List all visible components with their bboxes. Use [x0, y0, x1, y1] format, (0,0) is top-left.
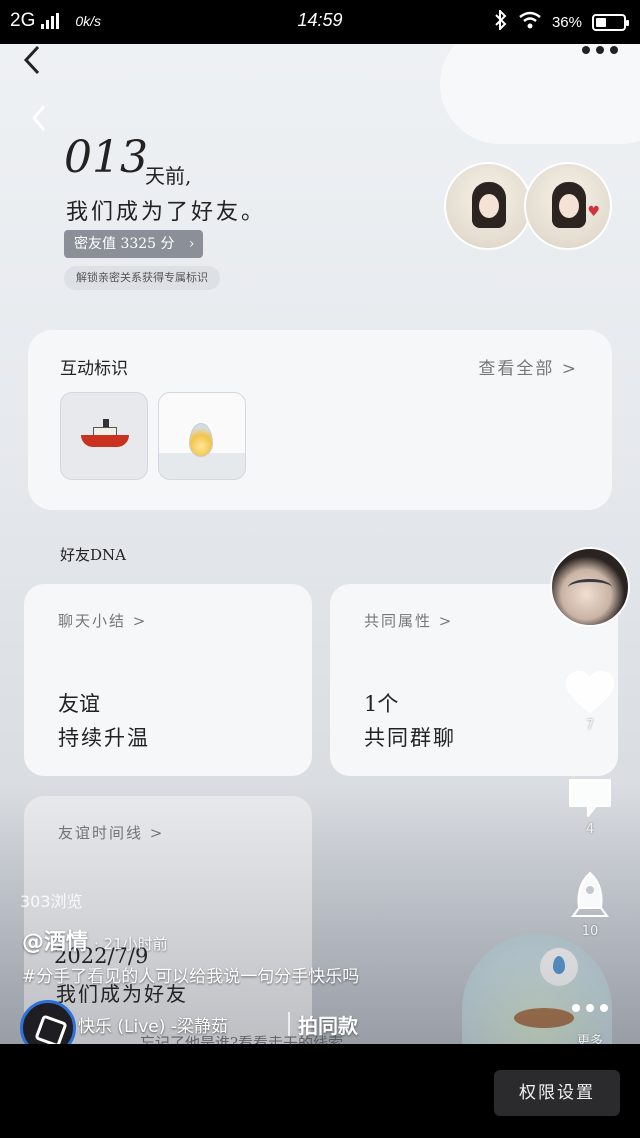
more-label: 更多: [576, 1034, 603, 1044]
dna-title: 好友DNA: [60, 546, 126, 564]
avatar: ♥: [524, 162, 612, 250]
water-drop-icon: [540, 948, 578, 986]
inner-back-icon: [30, 102, 48, 140]
status-bar: 2G 0k/s 14:59 36%: [0, 0, 640, 44]
author-avatar[interactable]: [550, 547, 630, 627]
comment-count: 4: [585, 822, 595, 837]
chevron-right-icon: ›: [188, 236, 195, 252]
chat-summary-card: 聊天小结 > 友谊 持续升温: [24, 584, 312, 776]
video-frame[interactable]: 013 天前, 我们成为了好友。 密友值 3325 分 › 解锁亲密关系获得专属…: [0, 44, 640, 1044]
like-count: 7: [585, 718, 595, 733]
flame-icon: [189, 423, 213, 457]
author-name[interactable]: @酒情: [22, 930, 88, 955]
chat-summary-line2: 持续升温: [58, 726, 150, 750]
ship-icon: [81, 419, 129, 447]
common-attr-line2: 共同群聊: [364, 726, 456, 750]
more-button[interactable]: 更多: [560, 998, 620, 1044]
post-time: · 21小时前: [94, 935, 168, 953]
status-icons: 36%: [494, 8, 629, 34]
bottom-bar: 权限设置: [0, 1044, 640, 1138]
wifi-icon: [518, 11, 542, 33]
interaction-card: 互动标识 查看全部 >: [28, 330, 612, 510]
unlock-hint: 解锁亲密关系获得专属标识: [64, 266, 220, 290]
divider: [288, 1012, 290, 1036]
share-icon: [571, 871, 609, 917]
video-caption[interactable]: #分手了看见的人可以给我说一句分手快乐吗: [22, 962, 532, 987]
view-all-link: 查看全部 >: [478, 359, 578, 379]
heart-icon: ♥: [587, 204, 600, 220]
flame-badge: [158, 392, 246, 480]
bluetooth-icon: [494, 8, 508, 34]
common-attr-title: 共同属性 >: [364, 612, 454, 630]
battery-percent: 36%: [551, 13, 582, 31]
intimacy-badge: 密友值 3325 分 ›: [64, 230, 203, 258]
permission-settings-button[interactable]: 权限设置: [494, 1070, 620, 1116]
interaction-title: 互动标识: [60, 359, 128, 379]
comment-button[interactable]: 4: [560, 776, 620, 837]
became-friends-text: 我们成为了好友。: [66, 200, 267, 225]
common-attr-line1: 1个: [364, 692, 399, 716]
back-icon[interactable]: [22, 44, 42, 84]
author-row: @酒情 · 21小时前: [22, 924, 168, 956]
battery-icon: [592, 13, 629, 31]
intimacy-value: 密友值 3325 分: [74, 236, 175, 252]
more-icon[interactable]: [582, 46, 618, 54]
more-dots-icon: [560, 998, 620, 1012]
days-number: 013: [64, 132, 148, 183]
comment-icon: [569, 779, 611, 817]
chat-summary-title: 聊天小结 >: [58, 612, 148, 630]
timeline-title: 友谊时间线 >: [58, 824, 165, 842]
decor-blob: [440, 44, 640, 144]
avatar: [444, 162, 532, 250]
like-button[interactable]: 7: [560, 670, 620, 733]
avatar-pair: ♥: [444, 162, 614, 254]
heart-icon: [565, 670, 615, 714]
view-count: 303浏览: [20, 892, 83, 911]
music-title[interactable]: 快乐 (Live) -梁静茹: [78, 1012, 228, 1037]
share-count: 10: [581, 924, 599, 939]
days-unit: 天前,: [145, 164, 192, 188]
chat-summary-line1: 友谊: [58, 692, 100, 716]
shoot-same-button[interactable]: 拍同款: [298, 1010, 358, 1039]
ship-badge: [60, 392, 148, 480]
share-button[interactable]: 10: [560, 870, 620, 939]
